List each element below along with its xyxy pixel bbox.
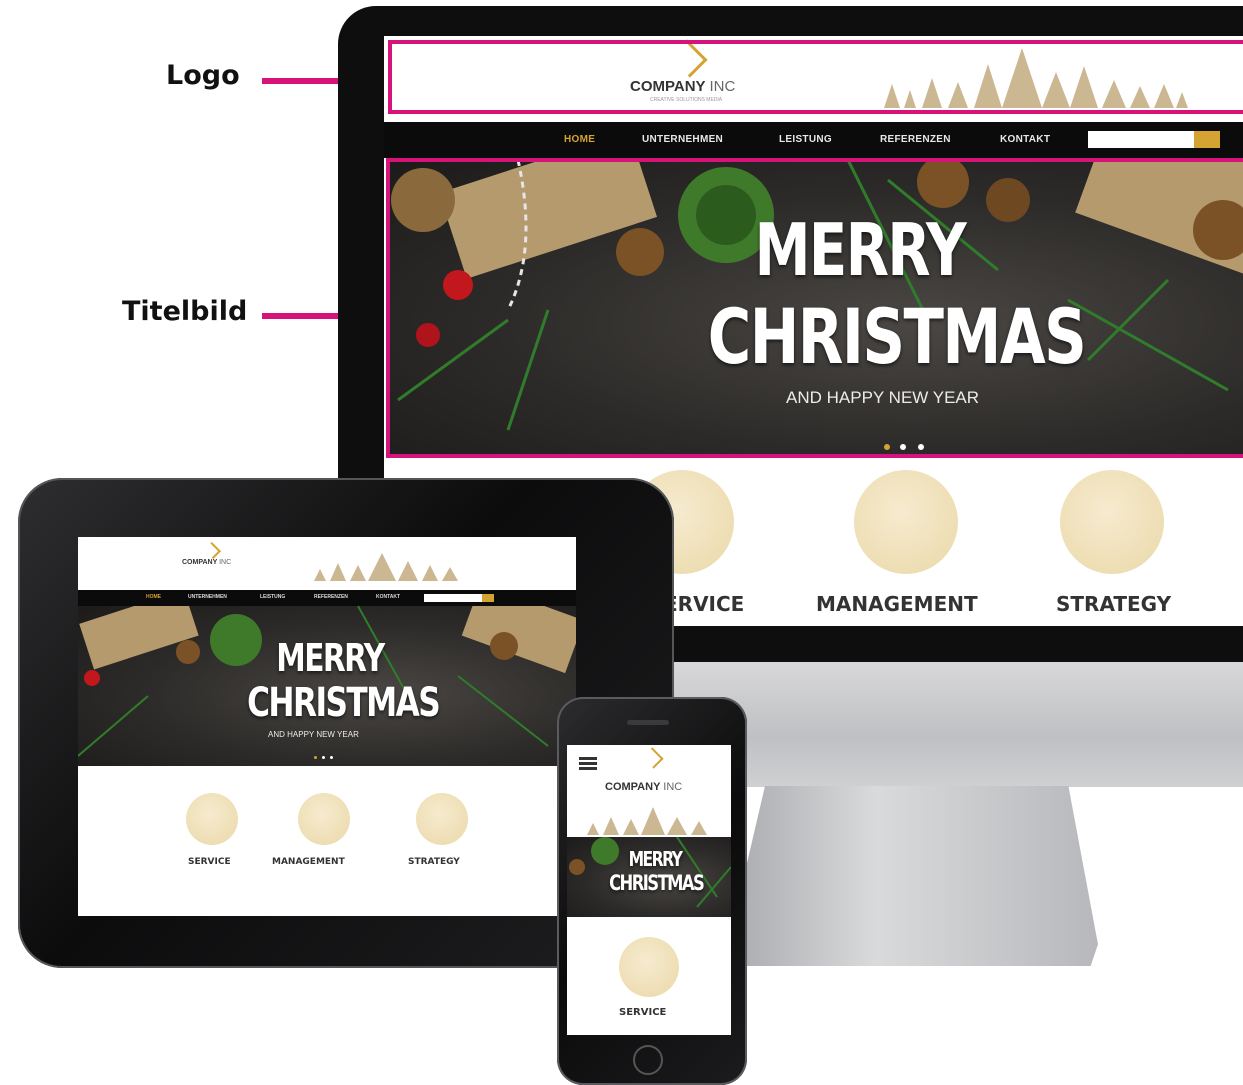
desktop-feature-strategy[interactable]: STRATEGY (1056, 592, 1171, 616)
phone-hero-banner: MERRY CHRISTMAS (567, 837, 731, 917)
tablet-search-input[interactable] (424, 594, 482, 602)
tablet-management-icon[interactable] (298, 793, 350, 845)
hero-highlight-frame (386, 158, 1243, 458)
hamburger-menu-icon[interactable] (579, 757, 597, 771)
tablet-nav-leistung[interactable]: LEISTUNG (260, 594, 285, 600)
phone-trees-decoration (587, 807, 707, 835)
tablet-nav-referenzen[interactable]: REFERENZEN (314, 594, 348, 600)
tablet-company-name-text: COMPANY (182, 559, 218, 566)
tablet-nav-bar: HOME UNTERNEHMEN LEISTUNG REFERENZEN KON… (78, 590, 576, 606)
tablet-feature-management[interactable]: MANAGEMENT (272, 857, 345, 867)
tablet-feature-service[interactable]: SERVICE (188, 857, 231, 867)
tablet-slide-dot-1[interactable] (314, 756, 317, 759)
tablet-screen: COMPANY INC HOME UNTERNEHMEN LEISTUNG RE… (78, 537, 576, 916)
tablet-slide-dot-3[interactable] (330, 756, 333, 759)
phone-company-suffix-text: INC (663, 781, 683, 793)
nav-kontakt[interactable]: KONTAKT (1000, 134, 1050, 145)
desktop-nav-bar: HOME UNTERNEHMEN LEISTUNG REFERENZEN KON… (384, 122, 1243, 158)
strategy-gears-icon[interactable] (1060, 470, 1164, 574)
desktop-search-input[interactable] (1088, 131, 1194, 148)
tablet-slide-dot-2[interactable] (322, 756, 325, 759)
tablet-nav-home[interactable]: HOME (146, 594, 161, 600)
nav-unternehmen[interactable]: UNTERNEHMEN (642, 134, 723, 145)
phone-feature-service[interactable]: SERVICE (619, 1007, 666, 1018)
annotation-logo-label: Logo (166, 60, 240, 91)
tablet-nav-kontakt[interactable]: KONTAKT (376, 594, 400, 600)
tablet-hero-line1: MERRY (276, 636, 385, 680)
phone-hero-line1: MERRY (628, 847, 683, 871)
desktop-feature-management[interactable]: MANAGEMENT (816, 592, 978, 616)
phone-hero-line2: CHRISTMAS (609, 871, 705, 895)
phone-speaker (627, 720, 669, 725)
tablet-company-name[interactable]: COMPANY INC (182, 559, 231, 566)
tablet-hero-banner: MERRY CHRISTMAS AND HAPPY NEW YEAR (78, 606, 576, 766)
phone-company-name[interactable]: COMPANY INC (605, 781, 682, 793)
phone-home-button[interactable] (633, 1045, 663, 1075)
phone-service-icon[interactable] (619, 937, 679, 997)
phone-company-name-text: COMPANY (605, 781, 661, 793)
desktop-feature-service[interactable]: ERVICE (664, 592, 744, 616)
annotation-hero-label: Titelbild (122, 296, 248, 327)
tablet-feature-strategy[interactable]: STRATEGY (408, 857, 460, 867)
phone-screen: COMPANY INC MERRY CHRISTMAS SERVICE (567, 745, 731, 1035)
nav-referenzen[interactable]: REFERENZEN (880, 134, 951, 145)
tablet-service-icon[interactable] (186, 793, 238, 845)
tablet-hero-subtitle: AND HAPPY NEW YEAR (268, 730, 359, 739)
tablet-logo-chevron-icon (204, 542, 221, 559)
tablet-strategy-icon[interactable] (416, 793, 468, 845)
search-icon[interactable] (1194, 131, 1220, 148)
tablet-hero-line2: CHRISTMAS (247, 680, 441, 726)
tablet-nav-unternehmen[interactable]: UNTERNEHMEN (188, 594, 227, 600)
tablet-company-suffix-text: INC (219, 559, 232, 566)
phone-logo-chevron-icon (642, 747, 664, 769)
nav-leistung[interactable]: LEISTUNG (779, 134, 832, 145)
nav-home[interactable]: HOME (564, 134, 595, 145)
logo-highlight-frame (388, 40, 1243, 114)
tablet-search-icon[interactable] (482, 594, 494, 602)
monitor-stand (728, 786, 1098, 966)
management-handshake-icon[interactable] (854, 470, 958, 574)
tablet-trees-decoration (314, 553, 458, 581)
